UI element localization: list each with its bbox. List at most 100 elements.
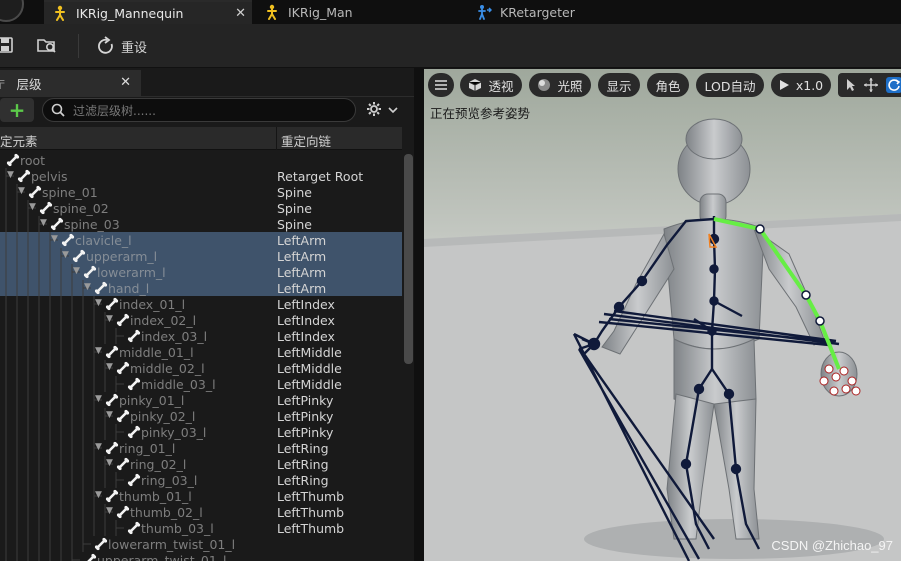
add-button[interactable]: + [0,98,34,122]
panel-splitter[interactable] [414,68,424,561]
retarget-chain-label: Retarget Root [277,169,364,184]
expand-caret-icon[interactable]: ▼ [106,362,116,372]
play-icon [779,79,790,91]
tree-row[interactable]: ▼ spine_01 Spine [0,184,402,200]
expand-caret-icon[interactable]: ▼ [95,298,105,308]
tree-guides [5,232,58,248]
tree-row[interactable]: ▼ ring_02_l LeftRing [0,456,402,472]
tree-row[interactable]: middle_03_l LeftMiddle [0,376,402,392]
move-icon[interactable] [864,78,878,92]
lighting-label: 光照 [557,78,583,94]
bone-icon [28,185,42,199]
browse-asset-button[interactable] [36,32,58,60]
bone-name: pelvis [31,169,68,184]
unreal-logo[interactable] [0,0,24,22]
bone-name: spine_02 [53,201,109,216]
lighting-button[interactable]: 光照 [529,73,591,97]
column-element[interactable]: 定元素 [0,131,38,150]
tree-row[interactable]: lowerarm_twist_01_l [0,536,402,552]
lod-button[interactable]: LOD自动 [696,73,764,97]
rotate-icon[interactable] [886,77,901,93]
tab-ikrig-man[interactable]: IKRig_Man [256,0,464,24]
tree-row[interactable]: ▼ hand_l LeftArm [0,280,402,296]
reset-button[interactable]: 重设 [96,32,147,60]
tree-row[interactable]: ▼ pinky_02_l LeftPinky [0,408,402,424]
tree-row[interactable]: ▼ lowerarm_l LeftArm [0,264,402,280]
tree-row[interactable]: thumb_03_l LeftThumb [0,520,402,536]
settings-dropdown[interactable] [366,100,398,120]
tab-hierarchy[interactable]: 〒 层级 ✕ [0,70,141,96]
tree-row[interactable]: ▼ middle_01_l LeftMiddle [0,344,402,360]
perspective-button[interactable]: 透视 [460,73,522,97]
tree-row[interactable]: ▼ upperarm_l LeftArm [0,248,402,264]
expand-caret-icon[interactable]: ▼ [51,234,61,244]
viewport-scene [424,69,901,561]
preview-viewport[interactable]: 透视 光照 显示 角色 LOD自动 x1.0 正在预览参考姿势 CSDN @Zh… [424,69,901,561]
tab-divider [0,96,420,97]
expand-caret-icon[interactable]: ▼ [95,394,105,404]
tree-row[interactable]: ▼ middle_02_l LeftMiddle [0,360,402,376]
tree-row[interactable]: upperarm_twist_01_l [0,552,402,561]
bone-name: middle_01_l [119,345,194,360]
bone-icon [105,441,119,455]
bone-name: pinky_01_l [119,393,185,408]
toolbar-separator [78,34,79,58]
expand-caret-icon[interactable]: ▼ [73,266,83,276]
show-button[interactable]: 显示 [598,73,640,97]
bone-icon [127,473,141,487]
expand-caret-icon[interactable]: ▼ [106,458,116,468]
tree-row[interactable]: ▼ index_01_l LeftIndex [0,296,402,312]
character-label: 角色 [655,78,681,94]
retarget-chain-label: LeftRing [277,457,329,472]
expand-caret-icon[interactable]: ▼ [29,202,39,212]
hierarchy-search-input[interactable]: 过滤层级树...... [42,98,356,122]
expand-caret-icon[interactable]: ▼ [106,410,116,420]
bone-icon [39,201,53,215]
viewport-menu-button[interactable] [428,73,454,97]
select-arrow-icon[interactable] [846,78,856,92]
tree-row[interactable]: ▼ thumb_02_l LeftThumb [0,504,402,520]
expand-caret-icon[interactable]: ▼ [62,250,72,260]
expand-caret-icon[interactable]: ▼ [95,346,105,356]
retarget-chain-label: LeftMiddle [277,345,342,360]
bone-name: thumb_01_l [119,489,192,504]
tree-row[interactable]: index_03_l LeftIndex [0,328,402,344]
tree-row[interactable]: ring_03_l LeftRing [0,472,402,488]
column-divider[interactable] [276,127,277,150]
tree-row[interactable]: pinky_03_l LeftPinky [0,424,402,440]
tree-row[interactable]: ▼ clavicle_l LeftArm [0,232,402,248]
tree-row[interactable]: ▼ index_02_l LeftIndex [0,312,402,328]
tab-retargeter[interactable]: KRetargeter [468,0,676,24]
tree-row[interactable]: ▼ spine_03 Spine [0,216,402,232]
expand-caret-icon[interactable]: ▼ [95,442,105,452]
tree-row[interactable]: ▼ spine_02 Spine [0,200,402,216]
expand-caret-icon[interactable]: ▼ [106,314,116,324]
watermark-text: CSDN @Zhichao_97 [771,538,893,553]
bone-tree: root ▼ pelvis Retarget Root ▼ spine_01 Spine ▼ s… [0,152,402,561]
playback-speed-button[interactable]: x1.0 [771,73,831,97]
expand-caret-icon[interactable]: ▼ [84,282,94,292]
close-icon[interactable]: ✕ [235,6,246,21]
expand-caret-icon[interactable]: ▼ [18,186,28,196]
expand-caret-icon[interactable]: ▼ [106,506,116,516]
gear-icon [366,101,382,120]
tree-row[interactable]: ▼ thumb_01_l LeftThumb [0,488,402,504]
tree-row[interactable]: ▼ ring_01_l LeftRing [0,440,402,456]
tree-scrollbar[interactable] [404,154,413,364]
tree-row[interactable]: ▼ pelvis Retarget Root [0,168,402,184]
character-button[interactable]: 角色 [647,73,689,97]
reset-label: 重设 [121,40,148,56]
bone-name: spine_01 [42,185,98,200]
tab-ikrig-mannequin[interactable]: IKRig_Mannequin ✕ [44,0,252,24]
column-retarget-chain[interactable]: 重定向链 [281,131,331,150]
close-icon[interactable]: ✕ [120,75,131,90]
search-placeholder: 过滤层级树...... [73,103,156,118]
bone-icon [105,345,119,359]
tree-row[interactable]: root [0,152,402,168]
expand-caret-icon[interactable]: ▼ [40,218,50,228]
save-button[interactable] [0,32,14,60]
expand-caret-icon[interactable]: ▼ [95,490,105,500]
tree-row[interactable]: ▼ pinky_01_l LeftPinky [0,392,402,408]
expand-caret-icon[interactable]: ▼ [7,170,17,180]
bone-name: lowerarm_twist_01_l [108,537,236,552]
